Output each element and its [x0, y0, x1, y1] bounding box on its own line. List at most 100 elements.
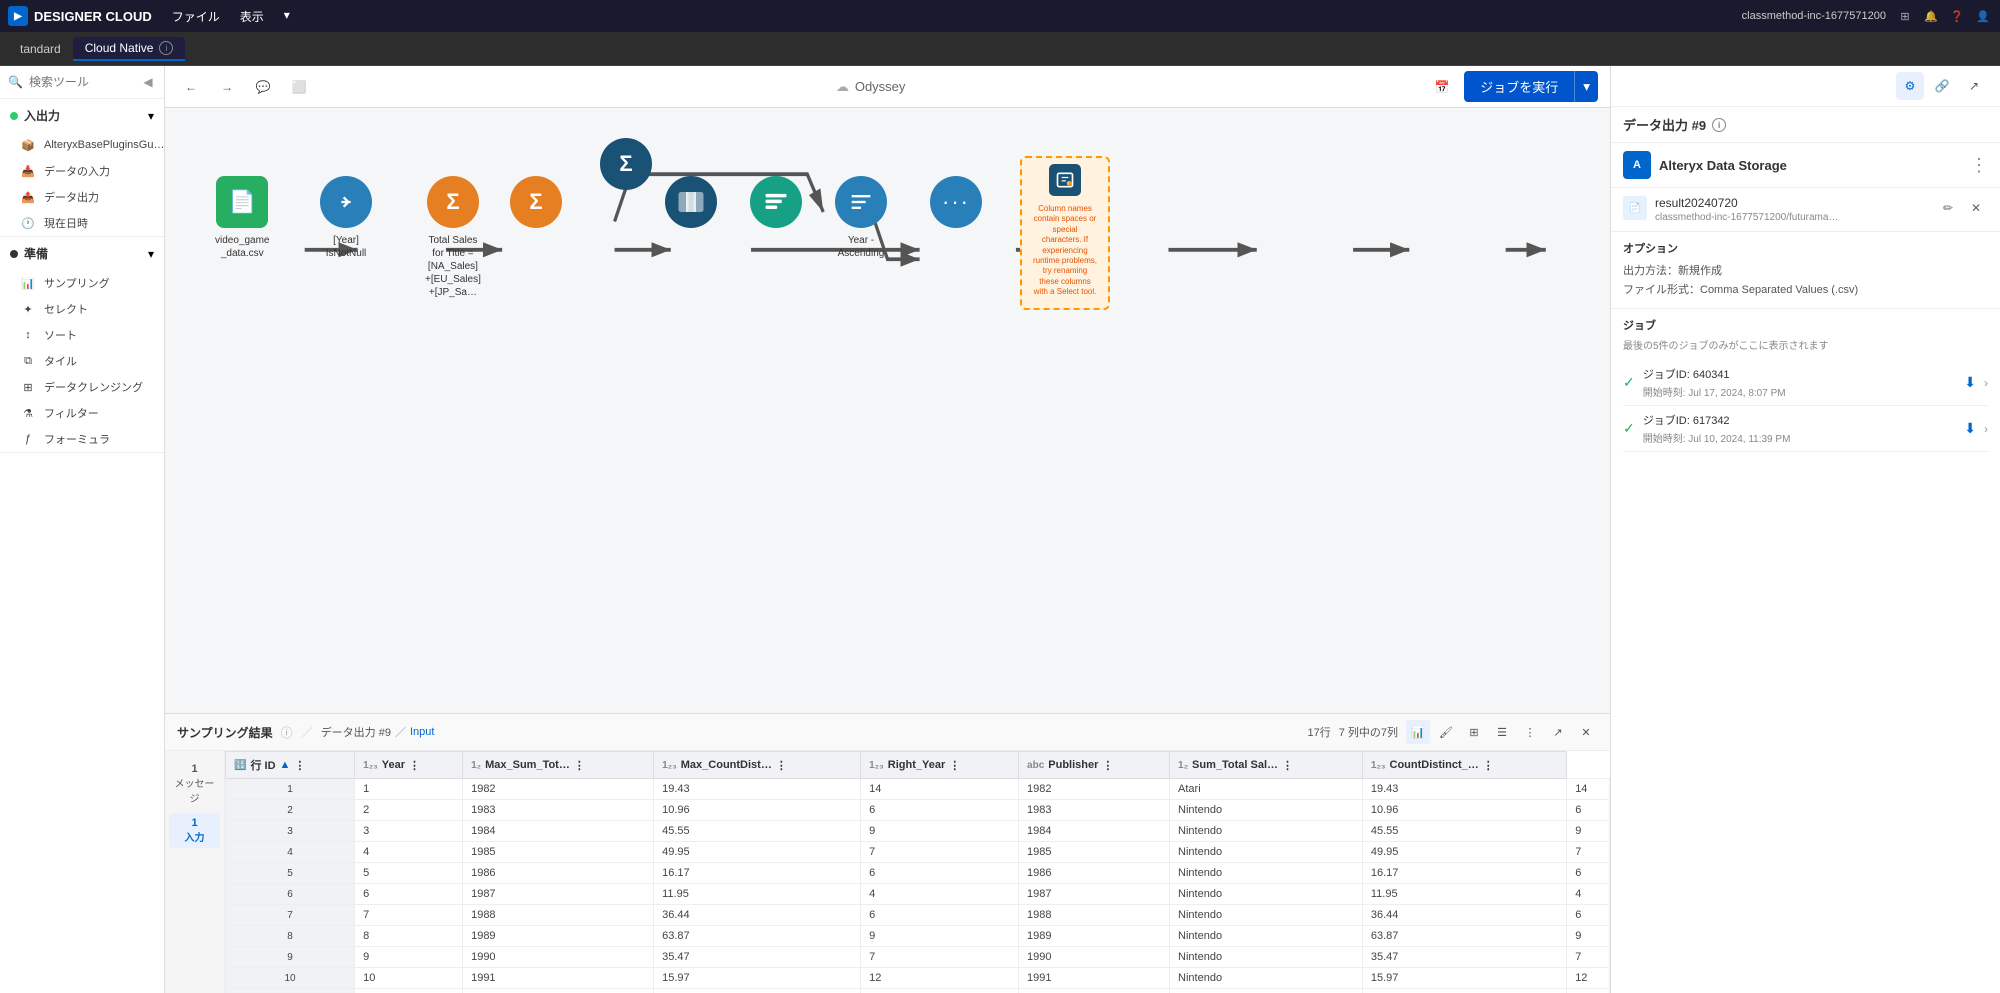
table-cell: Nintendo — [1170, 821, 1363, 842]
sidebar-item-data-output[interactable]: 📤 データ出力 — [0, 184, 164, 210]
tab-messages[interactable]: 1 メッセージ — [169, 759, 220, 809]
more-icon[interactable]: ⋮ — [1518, 720, 1542, 744]
sidebar-item-datetime[interactable]: 🕐 現在日時 — [0, 210, 164, 236]
col-header-max-sum[interactable]: 1₂ Max_Sum_Tot… ⋮ — [463, 752, 654, 779]
settings-icon-btn[interactable]: ⚙ — [1896, 72, 1924, 100]
run-job-button[interactable]: ジョブを実行 — [1464, 71, 1574, 102]
sampling-icon: 📊 — [20, 275, 36, 291]
file-close-icon[interactable]: ✕ — [1964, 196, 1988, 220]
sidebar-collapse-button[interactable]: ◀ — [140, 74, 156, 90]
search-input[interactable] — [29, 75, 134, 89]
undo-button[interactable]: ← — [177, 73, 205, 101]
node-output-warning[interactable]: ! Column names contain spaces or special… — [1020, 156, 1110, 310]
col-header-sum-total[interactable]: 1₂ Sum_Total Sal… ⋮ — [1170, 752, 1363, 779]
col-menu-year[interactable]: ⋮ — [409, 759, 420, 772]
col-menu-countdistinct[interactable]: ⋮ — [1483, 759, 1494, 772]
job-chevron-0[interactable]: › — [1984, 376, 1988, 390]
tab-cloud-native[interactable]: Cloud Native i — [73, 37, 186, 61]
job-id-1: ジョブID: 617342 — [1643, 412, 1957, 428]
col-menu-maxcount[interactable]: ⋮ — [776, 759, 787, 772]
table-cell: 63.87 — [654, 926, 861, 947]
col-menu-rightyear[interactable]: ⋮ — [949, 759, 960, 772]
table-cell: 9 — [355, 947, 463, 968]
col-menu-icon[interactable]: ⋮ — [294, 759, 305, 772]
redo-button[interactable]: → — [213, 73, 241, 101]
table-cell: 6 — [861, 863, 1019, 884]
grid-icon[interactable]: ⊞ — [1462, 720, 1486, 744]
menu-file[interactable]: ファイル — [164, 6, 228, 27]
table-cell: 14 — [1567, 779, 1610, 800]
tab-info-icon[interactable]: i — [159, 41, 173, 55]
message-icon[interactable]: ⊞ — [1896, 7, 1914, 25]
tab-bar: tandard Cloud Native i — [0, 32, 2000, 66]
col-header-right-year[interactable]: 1₂₃ Right_Year ⋮ — [861, 752, 1019, 779]
sidebar-item-filter[interactable]: ⚗ フィルター — [0, 400, 164, 426]
col-menu-sumtotal[interactable]: ⋮ — [1282, 759, 1293, 772]
expand-icon-btn[interactable]: ↗ — [1960, 72, 1988, 100]
sidebar-item-cleanse[interactable]: ⊞ データクレンジング — [0, 374, 164, 400]
container-button[interactable]: ⬜ — [285, 73, 313, 101]
user-icon[interactable]: 👤 — [1974, 7, 1992, 25]
job-chevron-1[interactable]: › — [1984, 422, 1988, 436]
sidebar-item-formula[interactable]: ƒ フォーミュラ — [0, 426, 164, 452]
table-row: 88198963.8791989Nintendo63.879 — [226, 926, 1610, 947]
data-table-container[interactable]: 🔢 行 ID ▲ ⋮ 1₂₃ Year — [225, 751, 1610, 993]
right-panel-info-icon[interactable]: i — [1712, 118, 1726, 132]
file-edit-icon[interactable]: ✏ — [1936, 196, 1960, 220]
breadcrumb-data-output[interactable]: データ出力 #9 — [321, 724, 391, 740]
col-header-year[interactable]: 1₂₃ Year ⋮ — [355, 752, 463, 779]
sidebar-item-tile[interactable]: ⧉ タイル — [0, 348, 164, 374]
message-num: 1 — [191, 763, 197, 775]
sidebar-item-data-input[interactable]: 📥 データの入力 — [0, 158, 164, 184]
breadcrumb-input[interactable]: Input — [410, 726, 434, 738]
job-download-1[interactable]: ⬇ — [1964, 420, 1976, 437]
brush-icon[interactable]: 🖌 — [1434, 720, 1458, 744]
col-header-row-id[interactable]: 🔢 行 ID ▲ ⋮ — [226, 752, 355, 779]
job-download-0[interactable]: ⬇ — [1964, 374, 1976, 391]
jobs-label: ジョブ — [1623, 317, 1988, 333]
ads-menu-icon[interactable]: ⋮ — [1970, 155, 1988, 176]
col-info: 7 列中の7列 — [1339, 724, 1398, 740]
node-filter-year[interactable]: [Year]IsNotNull — [320, 176, 372, 260]
node-sort[interactable]: Year -Ascending — [835, 176, 887, 260]
col-header-count-distinct[interactable]: 1₂₃ CountDistinct_… ⋮ — [1362, 752, 1566, 779]
top-bar-icons: ⊞ 🔔 ❓ 👤 — [1896, 7, 1992, 25]
table-cell: 45.55 — [1362, 821, 1566, 842]
sidebar-section-prepare-header[interactable]: 準備 — [0, 237, 164, 270]
sidebar-item-plugins[interactable]: 📦 AlteryxBasePluginsGu… — [0, 132, 164, 158]
canvas-area: ← → 💬 ⬜ ☁ Odyssey 📅 ジョブを実行 ▾ — [165, 66, 1610, 713]
node-formula2[interactable]: Σ — [510, 176, 562, 228]
sidebar-item-select[interactable]: ✦ セレクト — [0, 296, 164, 322]
col-header-max-count[interactable]: 1₂₃ Max_CountDist… ⋮ — [654, 752, 861, 779]
tab-standard[interactable]: tandard — [8, 38, 73, 60]
sidebar-item-sampling[interactable]: 📊 サンプリング — [0, 270, 164, 296]
node-sum-top[interactable]: Σ — [600, 138, 652, 190]
col-menu-maxsum[interactable]: ⋮ — [574, 759, 585, 772]
node-join[interactable] — [665, 176, 717, 228]
sidebar-section-io-header[interactable]: 入出力 — [0, 99, 164, 132]
run-job-arrow-button[interactable]: ▾ — [1574, 71, 1598, 102]
help-icon[interactable]: ❓ — [1948, 7, 1966, 25]
sidebar-item-sort[interactable]: ↕ ソート — [0, 322, 164, 348]
chart-icon[interactable]: 📊 — [1406, 720, 1430, 744]
menu-view[interactable]: 表示 — [232, 6, 272, 27]
external-link-icon[interactable]: ↗ — [1546, 720, 1570, 744]
canvas-content[interactable]: 📄 video_game_data.csv [Year]IsNotNull — [165, 108, 1610, 713]
table-cell: 7 — [1567, 947, 1610, 968]
link-icon-btn[interactable]: 🔗 — [1928, 72, 1956, 100]
col-menu-publisher[interactable]: ⋮ — [1102, 759, 1113, 772]
input-label: 入力 — [185, 833, 205, 844]
node-summarize[interactable] — [750, 176, 802, 228]
col-header-publisher[interactable]: abc Publisher ⋮ — [1019, 752, 1170, 779]
node-video-game-csv[interactable]: 📄 video_game_data.csv — [215, 176, 269, 260]
list-icon[interactable]: ☰ — [1490, 720, 1514, 744]
table-cell: Nintendo — [1170, 842, 1363, 863]
node-formula-total-sales[interactable]: Σ Total Salesfor Title =[NA_Sales]+[EU_S… — [425, 176, 481, 299]
node-dots[interactable]: ··· — [930, 176, 982, 228]
tab-input[interactable]: 1 入力 — [169, 813, 220, 848]
close-icon[interactable]: ✕ — [1574, 720, 1598, 744]
bell-icon[interactable]: 🔔 — [1922, 7, 1940, 25]
comment-button[interactable]: 💬 — [249, 73, 277, 101]
filter-icon: ⚗ — [20, 405, 36, 421]
calendar-button[interactable]: 📅 — [1428, 73, 1456, 101]
